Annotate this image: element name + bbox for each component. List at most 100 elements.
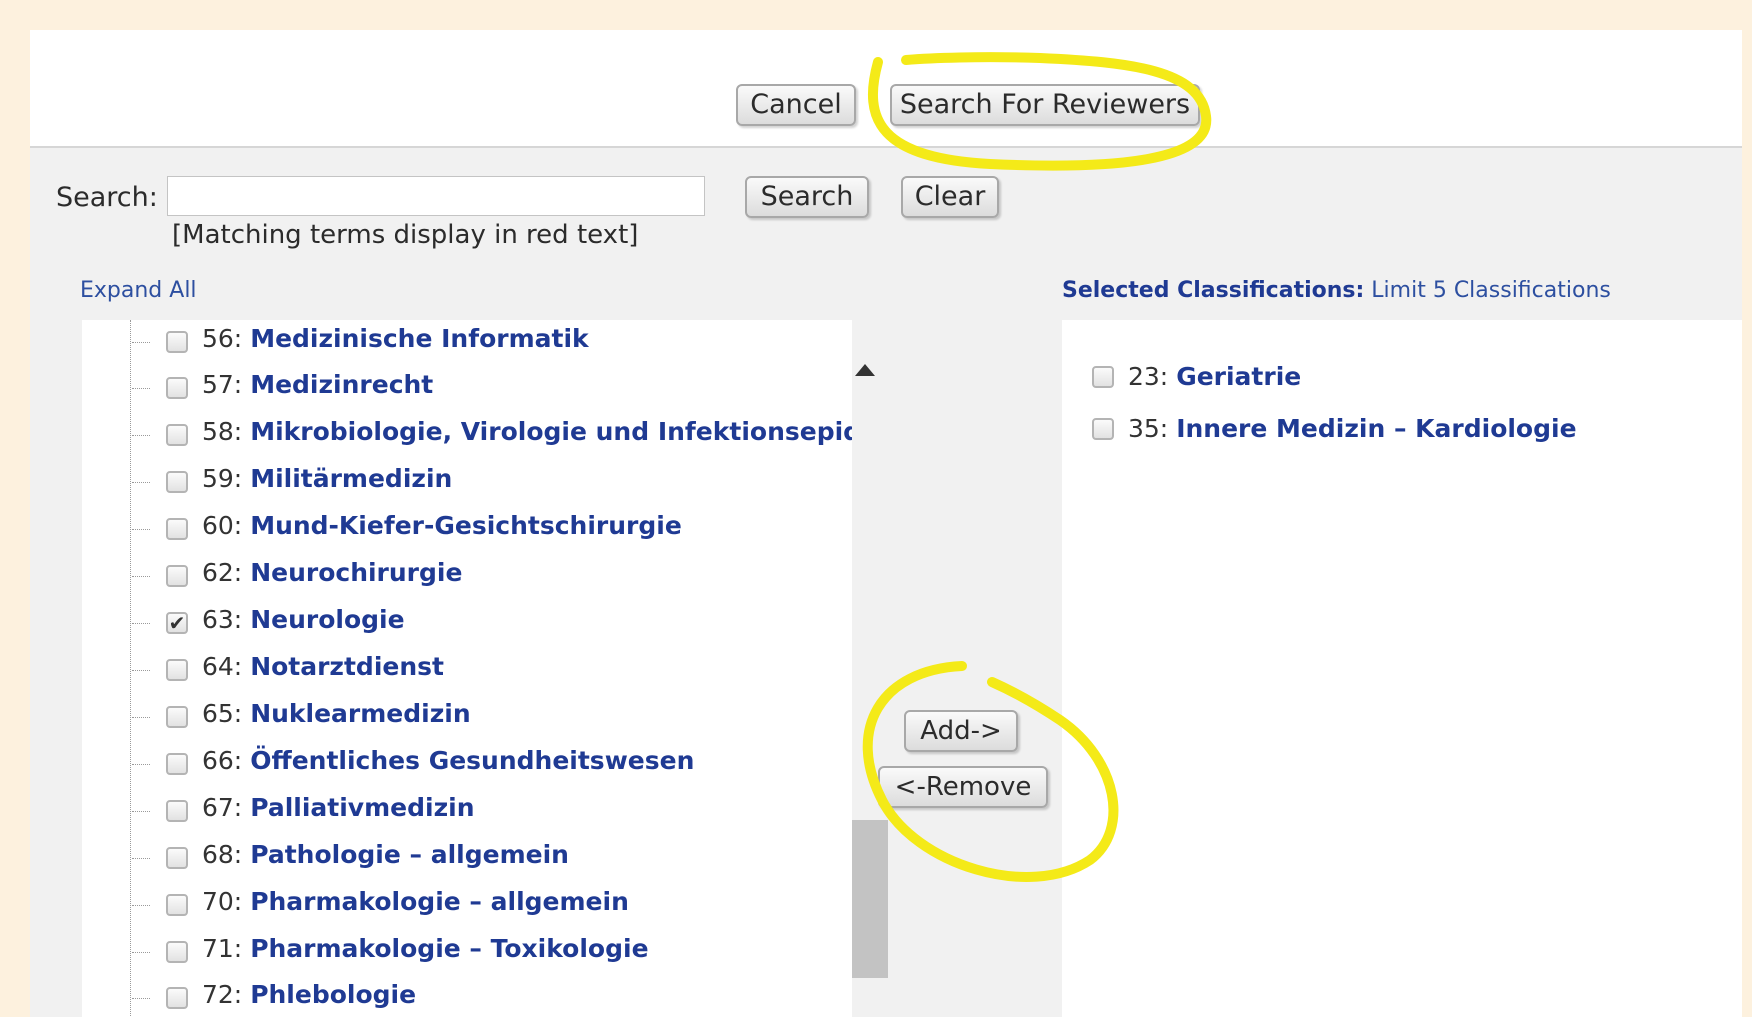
clear-button[interactable]: Clear [901, 176, 999, 218]
search-label: Search: [56, 182, 158, 213]
tree-item-term: Medizinrecht [250, 370, 434, 399]
tree-item[interactable]: 66: Öffentliches Gesundheitswesen [82, 742, 852, 782]
tree-item[interactable]: 65: Nuklearmedizin [82, 695, 852, 735]
add-button[interactable]: Add-> [904, 710, 1018, 752]
tree-branch [132, 670, 150, 671]
classification-dialog: Cancel Search For Reviewers Search: Sear… [30, 30, 1742, 1017]
search-input[interactable] [167, 176, 705, 216]
tree-branch [132, 623, 150, 624]
tree-item-number: 56: [202, 324, 243, 353]
tree-item[interactable]: ✔ 63: Neurologie [82, 601, 852, 641]
tree-item[interactable]: 59: Militärmedizin [82, 460, 852, 500]
tree-item[interactable]: 70: Pharmakologie – allgemein [82, 883, 852, 923]
tree-item-number: 57: [202, 370, 243, 399]
tree-item-number: 59: [202, 464, 243, 493]
tree-item-number: 58: [202, 417, 243, 446]
selected-item-checkbox[interactable] [1092, 366, 1114, 388]
tree-branch [132, 998, 150, 999]
tree-item-number: 64: [202, 652, 243, 681]
tree-item-term: Medizinische Informatik [250, 324, 589, 353]
selected-item-term: Geriatrie [1176, 362, 1302, 391]
selected-header: Selected Classifications: Limit 5 Classi… [1062, 278, 1611, 303]
search-for-reviewers-button[interactable]: Search For Reviewers [890, 84, 1200, 126]
classification-tree[interactable]: 56: Medizinische Informatik 57: Medizinr… [82, 320, 852, 1017]
cancel-button[interactable]: Cancel [736, 84, 856, 126]
tree-item[interactable]: 72: Phlebologie [82, 976, 852, 1016]
tree-item-checkbox[interactable] [166, 377, 188, 399]
tree-item-term: Phlebologie [250, 980, 417, 1009]
tree-branch [132, 811, 150, 812]
tree-item[interactable]: 58: Mikrobiologie, Virologie und Infekti… [82, 413, 852, 453]
tree-item-checkbox[interactable] [166, 800, 188, 822]
tree-item-checkbox[interactable] [166, 847, 188, 869]
tree-item-term: Militärmedizin [250, 464, 453, 493]
tree-branch [132, 529, 150, 530]
tree-item-number: 62: [202, 558, 243, 587]
tree-item[interactable]: 56: Medizinische Informatik [82, 320, 852, 360]
tree-item-number: 71: [202, 934, 243, 963]
tree-item-term: Mikrobiologie, Virologie und Infektionse… [250, 417, 852, 446]
tree-branch [132, 858, 150, 859]
tree-item-checkbox[interactable] [166, 941, 188, 963]
tree-item-number: 65: [202, 699, 243, 728]
tree-item-term: Pharmakologie – allgemein [250, 887, 629, 916]
tree-item-checkbox[interactable] [166, 518, 188, 540]
tree-item[interactable]: 67: Palliativmedizin [82, 789, 852, 829]
tree-item-checkbox[interactable] [166, 894, 188, 916]
tree-item-number: 72: [202, 980, 243, 1009]
selected-limit: Limit 5 Classifications [1371, 278, 1611, 303]
tree-branch [132, 576, 150, 577]
tree-item-number: 70: [202, 887, 243, 916]
tree-item-checkbox[interactable] [166, 659, 188, 681]
tree-item-checkbox-checked[interactable]: ✔ [166, 612, 188, 634]
remove-button[interactable]: <-Remove [878, 766, 1048, 808]
tree-item-number: 67: [202, 793, 243, 822]
selected-item-checkbox[interactable] [1092, 418, 1114, 440]
tree-item-checkbox[interactable] [166, 987, 188, 1009]
tree-item-number: 68: [202, 840, 243, 869]
tree-item-term: Palliativmedizin [250, 793, 475, 822]
tree-item-checkbox[interactable] [166, 471, 188, 493]
tree-branch [132, 482, 150, 483]
tree-item-checkbox[interactable] [166, 424, 188, 446]
tree-item-number: 66: [202, 746, 243, 775]
selected-classifications-list[interactable]: 23: Geriatrie 35: Innere Medizin – Kardi… [1062, 320, 1742, 1017]
tree-item-term: Mund-Kiefer-Gesichtschirurgie [250, 511, 682, 540]
tree-branch [132, 435, 150, 436]
tree-item-number: 60: [202, 511, 243, 540]
tree-item-term: Öffentliches Gesundheitswesen [250, 746, 695, 775]
tree-item[interactable]: 60: Mund-Kiefer-Gesichtschirurgie [82, 507, 852, 547]
tree-item[interactable]: 68: Pathologie – allgemein [82, 836, 852, 876]
tree-item-term: Neurologie [250, 605, 405, 634]
tree-item[interactable]: 62: Neurochirurgie [82, 554, 852, 594]
tree-item-checkbox[interactable] [166, 565, 188, 587]
tree-branch [132, 905, 150, 906]
selected-heading: Selected Classifications: [1062, 278, 1365, 303]
tree-item-term: Pharmakologie – Toxikologie [250, 934, 649, 963]
tree-item-checkbox[interactable] [166, 753, 188, 775]
tree-branch [132, 342, 150, 343]
tree-item-number: 63: [202, 605, 243, 634]
search-hint: [Matching terms display in red text] [172, 220, 639, 250]
tree-branch [132, 952, 150, 953]
tree-item[interactable]: 64: Notarztdienst [82, 648, 852, 688]
tree-item[interactable]: 57: Medizinrecht [82, 366, 852, 406]
tree-item-term: Nuklearmedizin [250, 699, 471, 728]
tree-item-checkbox[interactable] [166, 331, 188, 353]
tree-item-checkbox[interactable] [166, 706, 188, 728]
tree-item-term: Neurochirurgie [250, 558, 463, 587]
selected-item-number: 35: [1128, 414, 1169, 443]
expand-all-link[interactable]: Expand All [80, 278, 197, 303]
tree-item-term: Pathologie – allgemein [250, 840, 569, 869]
scroll-up-arrow-icon[interactable] [855, 364, 875, 376]
dialog-header: Cancel Search For Reviewers [30, 30, 1742, 148]
tree-branch [132, 764, 150, 765]
tree-item[interactable]: 71: Pharmakologie – Toxikologie [82, 930, 852, 970]
selected-item-number: 23: [1128, 362, 1169, 391]
search-button[interactable]: Search [745, 176, 869, 218]
scrollbar-thumb[interactable] [852, 820, 888, 978]
selected-item-term: Innere Medizin – Kardiologie [1176, 414, 1577, 443]
tree-branch [132, 717, 150, 718]
tree-branch [132, 388, 150, 389]
tree-item-term: Notarztdienst [250, 652, 444, 681]
